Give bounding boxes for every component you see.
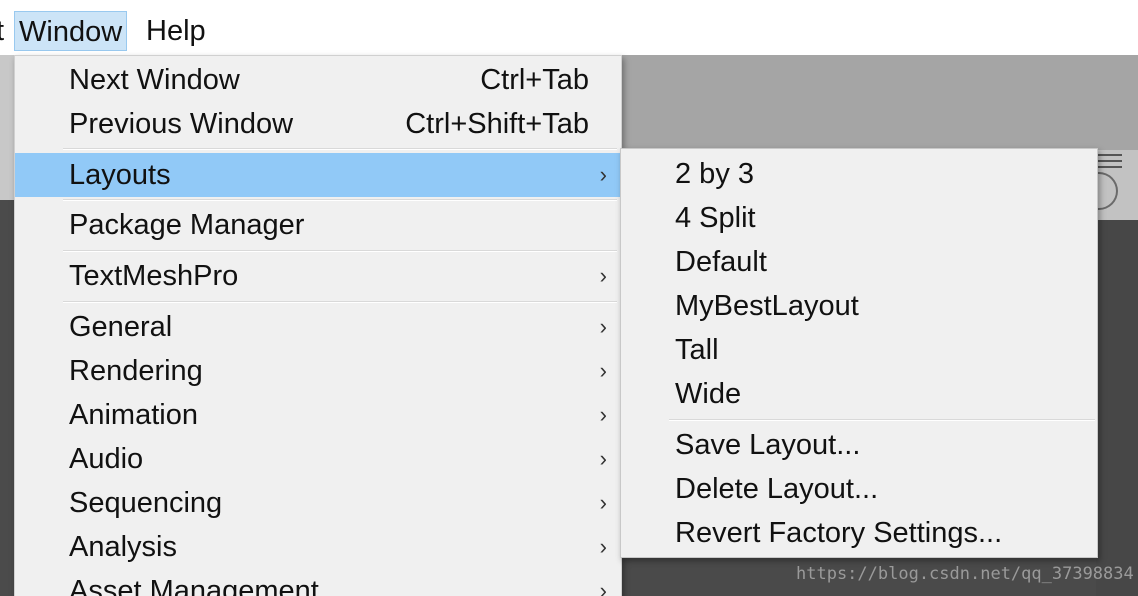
menu-item-label: Layouts — [69, 159, 171, 191]
chevron-right-icon: › — [599, 162, 607, 187]
editor-toolbar-background — [620, 55, 1138, 150]
menu-item-previous-window[interactable]: Previous Window Ctrl+Shift+Tab — [15, 102, 621, 146]
menu-item-label: General — [69, 311, 173, 343]
menu-item-label: Animation — [69, 399, 198, 431]
menu-item-label: Rendering — [69, 355, 203, 387]
submenu-item-tall[interactable]: Tall — [621, 328, 1097, 372]
menubar-item-window[interactable]: Window — [14, 11, 128, 51]
submenu-item-label: Default — [675, 246, 767, 278]
window-menu: Next Window Ctrl+Tab Previous Window Ctr… — [14, 55, 622, 596]
menu-item-next-window[interactable]: Next Window Ctrl+Tab — [15, 58, 621, 102]
submenu-item-label: Revert Factory Settings... — [675, 517, 1003, 549]
submenu-item-revert-factory-settings[interactable]: Revert Factory Settings... — [621, 511, 1097, 555]
menu-separator — [669, 419, 1095, 421]
chevron-right-icon: › — [599, 578, 607, 596]
menu-separator — [63, 250, 617, 252]
menu-item-asset-management[interactable]: Asset Management › — [15, 569, 621, 596]
menu-item-label: Sequencing — [69, 487, 223, 519]
submenu-item-4-split[interactable]: 4 Split — [621, 196, 1097, 240]
submenu-item-wide[interactable]: Wide — [621, 372, 1097, 416]
menu-item-package-manager[interactable]: Package Manager — [15, 203, 621, 247]
chevron-right-icon: › — [599, 446, 607, 471]
menu-separator — [63, 301, 617, 303]
menu-item-label: Previous Window — [69, 108, 294, 140]
submenu-item-label: Delete Layout... — [675, 473, 879, 505]
submenu-item-default[interactable]: Default — [621, 240, 1097, 284]
shortcut-label: Ctrl+Shift+Tab — [405, 108, 589, 140]
chevron-right-icon: › — [599, 358, 607, 383]
chevron-right-icon: › — [599, 490, 607, 515]
submenu-item-label: MyBestLayout — [675, 290, 859, 322]
menu-bar: t Window Help — [0, 0, 1138, 55]
submenu-item-label: 4 Split — [675, 202, 756, 234]
menu-item-label: Next Window — [69, 64, 240, 96]
menu-separator — [63, 199, 617, 201]
menu-item-label: Package Manager — [69, 209, 305, 241]
chevron-right-icon: › — [599, 314, 607, 339]
menu-item-animation[interactable]: Animation › — [15, 393, 621, 437]
menu-item-label: Audio — [69, 443, 144, 475]
menu-item-audio[interactable]: Audio › — [15, 437, 621, 481]
chevron-right-icon: › — [599, 534, 607, 559]
menubar-item-edit-partial[interactable]: t — [0, 11, 4, 51]
menubar-item-help[interactable]: Help — [146, 11, 206, 51]
submenu-item-label: Save Layout... — [675, 429, 861, 461]
submenu-item-2-by-3[interactable]: 2 by 3 — [621, 152, 1097, 196]
submenu-item-delete-layout[interactable]: Delete Layout... — [621, 467, 1097, 511]
menu-item-general[interactable]: General › — [15, 305, 621, 349]
submenu-item-save-layout[interactable]: Save Layout... — [621, 423, 1097, 467]
shortcut-label: Ctrl+Tab — [480, 64, 589, 96]
panel-menu-icon[interactable] — [1098, 154, 1122, 168]
layouts-submenu: 2 by 3 4 Split Default MyBestLayout Tall… — [620, 148, 1098, 558]
menu-item-label: TextMeshPro — [69, 260, 239, 292]
menu-item-label: Asset Management — [69, 575, 319, 596]
menu-item-textmeshpro[interactable]: TextMeshPro › — [15, 254, 621, 298]
menu-item-analysis[interactable]: Analysis › — [15, 525, 621, 569]
submenu-item-mybestlayout[interactable]: MyBestLayout — [621, 284, 1097, 328]
menu-item-label: Analysis — [69, 531, 177, 563]
menu-item-sequencing[interactable]: Sequencing › — [15, 481, 621, 525]
submenu-item-label: Tall — [675, 334, 719, 366]
menu-separator — [63, 148, 617, 150]
menu-item-layouts[interactable]: Layouts › — [15, 153, 621, 197]
chevron-right-icon: › — [599, 402, 607, 427]
editor-right-panel — [1096, 220, 1138, 596]
menu-item-rendering[interactable]: Rendering › — [15, 349, 621, 393]
chevron-right-icon: › — [599, 263, 607, 288]
editor-left-dark-panel — [0, 200, 14, 596]
submenu-item-label: Wide — [675, 378, 742, 410]
submenu-item-label: 2 by 3 — [675, 158, 754, 190]
watermark-url: https://blog.csdn.net/qq_37398834 — [796, 564, 1134, 584]
